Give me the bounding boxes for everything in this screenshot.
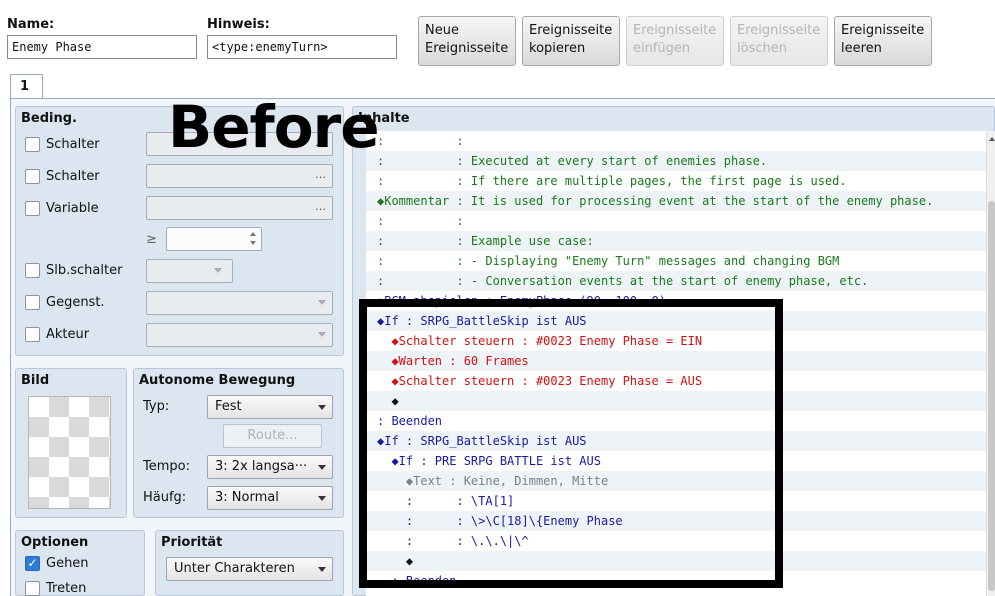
self-switch-select[interactable] [146, 259, 233, 283]
scroll-thumb[interactable] [988, 201, 995, 591]
chevron-down-icon [318, 300, 326, 305]
chevron-down-icon [214, 268, 222, 273]
speed-select[interactable]: 3: 2x langsa··· [207, 455, 333, 479]
spinner-up-icon[interactable] [250, 232, 256, 236]
frequency-value: 3: Normal [215, 490, 279, 505]
item-select[interactable] [146, 291, 333, 315]
chevron-down-icon [318, 465, 326, 470]
item-checkbox[interactable] [25, 295, 40, 310]
actor-label: Akteur [46, 327, 90, 342]
command-line[interactable]: : : If there are multiple pages, the fir… [366, 171, 986, 191]
priority-value: Unter Charakteren [174, 561, 295, 576]
frequency-select[interactable]: 3: Normal [207, 486, 333, 510]
command-line[interactable]: ◆Kommentar : It is used for processing e… [366, 191, 986, 211]
highlight-frame [359, 299, 783, 588]
ellipsis-icon: … [315, 200, 326, 213]
command-line[interactable]: : : - Displaying "Enemy Turn" messages a… [366, 251, 986, 271]
vertical-scrollbar[interactable] [986, 131, 995, 596]
priority-title: Priorität [161, 535, 223, 550]
variable-value-spinner[interactable] [166, 227, 262, 251]
self-switch-label: Slb.schalter [46, 263, 123, 278]
name-label: Name: [7, 17, 55, 32]
chevron-down-icon [318, 332, 326, 337]
frequency-label: Häufg: [143, 490, 187, 505]
actor-select[interactable] [146, 323, 333, 347]
switch2-checkbox[interactable] [25, 169, 40, 184]
command-line[interactable]: : : [366, 131, 986, 151]
image-preview[interactable] [28, 396, 111, 509]
walking-label: Gehen [46, 556, 89, 571]
walking-checkbox[interactable]: ✓ [25, 556, 40, 571]
route-button[interactable]: Route... [223, 424, 322, 448]
conditions-title: Beding. [21, 111, 77, 126]
command-line[interactable]: : : - Conversation events at the start o… [366, 271, 986, 291]
options-title: Optionen [21, 535, 89, 550]
image-title: Bild [21, 373, 50, 388]
command-line[interactable]: : : Example use case: [366, 231, 986, 251]
item-label: Gegenst. [46, 295, 105, 310]
ellipsis-icon: … [315, 168, 326, 181]
before-overlay-label: Before [168, 93, 380, 161]
note-label: Hinweis: [207, 17, 270, 32]
clear-page-button[interactable]: Ereignisseite leeren [834, 16, 932, 66]
paste-page-button[interactable]: Ereignisseite einfügen [626, 16, 724, 66]
gte-symbol: ≥ [146, 232, 157, 247]
switch1-label: Schalter [46, 137, 100, 152]
type-value: Fest [215, 399, 242, 414]
actor-checkbox[interactable] [25, 327, 40, 342]
copy-page-button[interactable]: Ereignisseite kopieren [522, 16, 620, 66]
variable-field[interactable]: … [146, 196, 333, 220]
spinner-down-icon[interactable] [250, 241, 256, 245]
name-field[interactable]: Enemy Phase [7, 35, 197, 59]
new-page-button[interactable]: Neue Ereignisseite [418, 16, 516, 66]
tab-page-1[interactable]: 1 [10, 74, 43, 99]
command-line[interactable]: : : [366, 211, 986, 231]
variable-checkbox[interactable] [25, 201, 40, 216]
speed-label: Tempo: [143, 459, 190, 474]
chevron-down-icon [318, 567, 326, 572]
delete-page-button[interactable]: Ereignisseite löschen [730, 16, 828, 66]
stepping-checkbox[interactable] [25, 581, 40, 596]
type-select[interactable]: Fest [207, 395, 333, 419]
scroll-up-icon[interactable] [989, 137, 995, 141]
note-field[interactable]: <type:enemyTurn> [207, 35, 397, 59]
variable-label: Variable [46, 201, 99, 216]
chevron-down-icon [318, 496, 326, 501]
stepping-label: Treten [46, 581, 87, 596]
switch1-checkbox[interactable] [25, 137, 40, 152]
switch2-field[interactable]: … [146, 164, 333, 188]
speed-value: 3: 2x langsa··· [215, 459, 308, 474]
type-label: Typ: [143, 399, 170, 414]
switch2-label: Schalter [46, 169, 100, 184]
self-switch-checkbox[interactable] [25, 263, 40, 278]
priority-select[interactable]: Unter Charakteren [166, 557, 333, 581]
autonomous-movement-title: Autonome Bewegung [139, 373, 296, 388]
chevron-down-icon [318, 405, 326, 410]
command-line[interactable]: : : Executed at every start of enemies p… [366, 151, 986, 171]
